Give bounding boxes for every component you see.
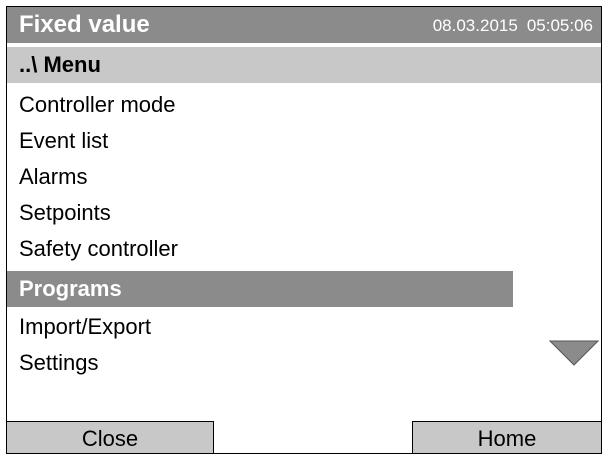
- menu-item-controller-mode[interactable]: Controller mode: [7, 87, 513, 123]
- menu-item-programs[interactable]: Programs: [7, 271, 513, 307]
- date-text: 08.03.2015: [432, 16, 518, 35]
- controller-screen: Fixed value 08.03.2015 05:05:06 ..\ Menu …: [6, 6, 602, 454]
- scroll-down-icon[interactable]: [548, 340, 600, 366]
- home-button[interactable]: Home: [412, 421, 601, 453]
- menu-item-import-export[interactable]: Import/Export: [7, 309, 513, 345]
- menu-item-safety-controller[interactable]: Safety controller: [7, 231, 513, 267]
- close-button[interactable]: Close: [7, 421, 214, 453]
- page-title: Fixed value: [19, 11, 150, 38]
- menu-item-event-list[interactable]: Event list: [7, 123, 513, 159]
- title-bar: Fixed value 08.03.2015 05:05:06: [7, 7, 601, 43]
- time-text: 05:05:06: [526, 16, 593, 35]
- menu-back-item[interactable]: ..\ Menu: [7, 47, 601, 83]
- menu-item-alarms[interactable]: Alarms: [7, 159, 513, 195]
- menu-item-setpoints[interactable]: Setpoints: [7, 195, 513, 231]
- menu-item-settings[interactable]: Settings: [7, 345, 513, 381]
- datetime-display: 08.03.2015 05:05:06: [433, 16, 593, 36]
